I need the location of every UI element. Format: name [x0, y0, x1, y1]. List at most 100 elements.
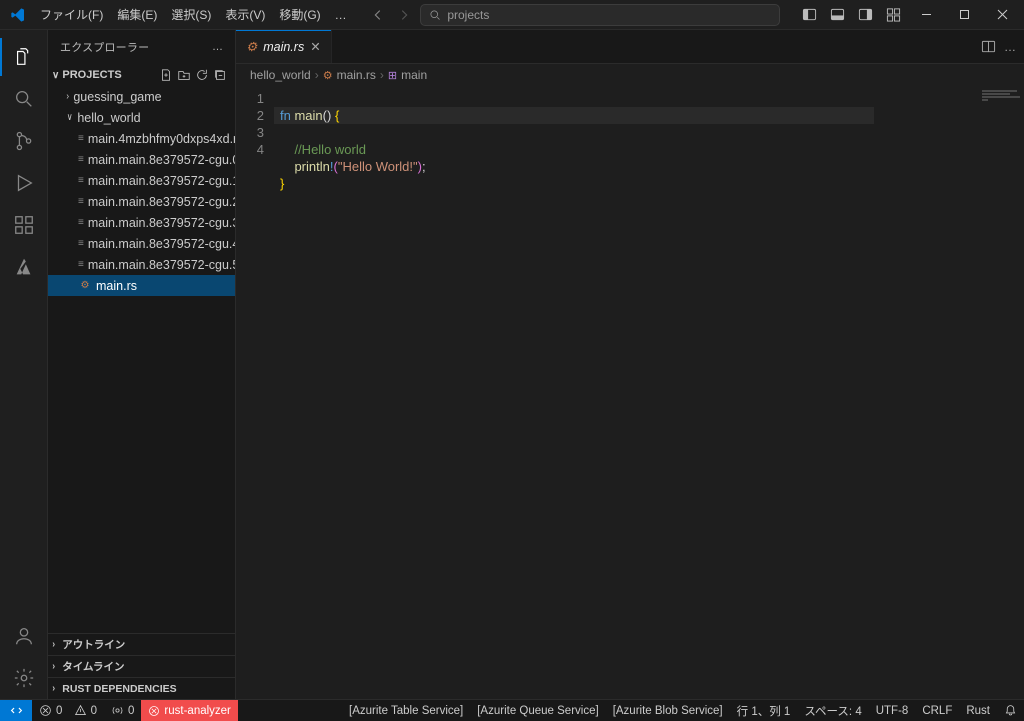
breadcrumb-symbol[interactable]: main: [401, 68, 427, 82]
menu-more[interactable]: …: [329, 5, 353, 25]
window-close-button[interactable]: [984, 2, 1020, 28]
activity-accounts[interactable]: [0, 615, 48, 657]
binary-file-icon: ≡: [78, 153, 84, 167]
menu-view[interactable]: 表示(V): [219, 3, 271, 26]
nav-back-button[interactable]: [368, 4, 388, 26]
explorer-more-actions[interactable]: …: [212, 41, 223, 53]
activity-extensions[interactable]: [0, 204, 48, 246]
rust-file-icon: ⚙: [246, 39, 257, 54]
azurite-queue-status[interactable]: [Azurite Queue Service]: [470, 700, 605, 721]
binary-file-icon: ≡: [78, 258, 84, 272]
outline-section[interactable]: › アウトライン: [48, 633, 235, 655]
menu-edit[interactable]: 編集(E): [111, 3, 163, 26]
ports-indicator[interactable]: 0: [104, 700, 141, 721]
split-editor-button[interactable]: [981, 39, 996, 54]
new-folder-button[interactable]: [177, 68, 191, 82]
encoding-status[interactable]: UTF-8: [869, 700, 916, 721]
antenna-icon: [111, 704, 124, 717]
menu-go[interactable]: 移動(G): [273, 3, 326, 26]
tab-main-rs[interactable]: ⚙ main.rs ✕: [236, 30, 332, 63]
code-content[interactable]: fn main() { //Hello world println!("Hell…: [274, 86, 874, 699]
folder-guessing-game[interactable]: ›guessing_game: [48, 86, 235, 107]
editor-more-actions[interactable]: …: [1004, 40, 1016, 54]
eol-status[interactable]: CRLF: [915, 700, 959, 721]
collapse-all-button[interactable]: [213, 68, 227, 82]
remote-indicator[interactable]: [0, 700, 32, 721]
activity-run-debug[interactable]: [0, 162, 48, 204]
title-bar: ファイル(F) 編集(E) 選択(S) 表示(V) 移動(G) … projec…: [0, 0, 1024, 30]
notifications-button[interactable]: [997, 700, 1024, 721]
status-bar: 0 0 0 rust-analyzer [Azurite Table Servi…: [0, 699, 1024, 721]
customize-layout-button[interactable]: [880, 2, 906, 28]
window-minimize-button[interactable]: [908, 2, 944, 28]
file-rcgu-3[interactable]: ≡main.main.8e379572-cgu.2.rcgu.o: [48, 191, 235, 212]
vscode-logo-icon: [10, 7, 26, 23]
activity-source-control[interactable]: [0, 120, 48, 162]
tab-close-button[interactable]: ✕: [310, 39, 320, 54]
breadcrumb-file[interactable]: main.rs: [337, 68, 376, 82]
file-rcgu-4[interactable]: ≡main.main.8e379572-cgu.3.rcgu.o: [48, 212, 235, 233]
file-rcgu-5[interactable]: ≡main.main.8e379572-cgu.4.rcgu.o: [48, 233, 235, 254]
search-placeholder: projects: [447, 8, 489, 22]
activity-settings[interactable]: [0, 657, 48, 699]
timeline-section[interactable]: › タイムライン: [48, 655, 235, 677]
activity-search[interactable]: [0, 78, 48, 120]
menu-select[interactable]: 選択(S): [165, 3, 217, 26]
toggle-panel-button[interactable]: [824, 2, 850, 28]
file-rcgu-1[interactable]: ≡main.main.8e379572-cgu.0.rcgu.o: [48, 149, 235, 170]
title-right-controls: [796, 2, 1020, 28]
activity-azure[interactable]: [0, 246, 48, 288]
window-maximize-button[interactable]: [946, 2, 982, 28]
rust-file-icon: ⚙: [78, 279, 92, 293]
error-icon: [39, 704, 52, 717]
language-mode[interactable]: Rust: [959, 700, 997, 721]
search-icon: [429, 9, 441, 21]
file-rcgu-2[interactable]: ≡main.main.8e379572-cgu.1.rcgu.o: [48, 170, 235, 191]
command-center-search[interactable]: projects: [420, 4, 780, 26]
toggle-primary-sidebar-button[interactable]: [796, 2, 822, 28]
projects-section-header[interactable]: ∨ PROJECTS: [48, 64, 235, 86]
rust-analyzer-status[interactable]: rust-analyzer: [141, 700, 237, 721]
azurite-blob-status[interactable]: [Azurite Blob Service]: [606, 700, 730, 721]
file-tree: ›guessing_game ∨hello_world ≡main.4mzbhf…: [48, 86, 235, 296]
azurite-table-status[interactable]: [Azurite Table Service]: [342, 700, 470, 721]
new-file-button[interactable]: [159, 68, 173, 82]
binary-file-icon: ≡: [78, 195, 84, 209]
breadcrumb-folder[interactable]: hello_world: [250, 68, 311, 82]
file-main-rs[interactable]: ⚙main.rs: [48, 275, 235, 296]
tabs-row: ⚙ main.rs ✕ …: [236, 30, 1024, 64]
warning-icon: [74, 704, 87, 717]
binary-file-icon: ≡: [78, 132, 84, 146]
explorer-sidebar: エクスプローラー … ∨ PROJECTS ›guessing_game ∨he…: [48, 30, 236, 699]
explorer-header: エクスプローラー …: [48, 30, 235, 64]
refresh-button[interactable]: [195, 68, 209, 82]
editor-area: ⚙ main.rs ✕ … hello_world › ⚙ main.rs › …: [236, 30, 1024, 699]
symbol-function-icon: ⊞: [388, 69, 397, 82]
nav-forward-button[interactable]: [394, 4, 414, 26]
error-icon: [148, 705, 160, 717]
folder-hello-world[interactable]: ∨hello_world: [48, 107, 235, 128]
tab-label: main.rs: [263, 40, 304, 54]
editor-body[interactable]: 1 2 3 4 fn main() { //Hello world printl…: [236, 86, 1024, 699]
line-number-gutter: 1 2 3 4: [236, 86, 274, 699]
cursor-position[interactable]: 行 1、列 1: [730, 700, 798, 721]
binary-file-icon: ≡: [78, 237, 84, 251]
activity-explorer[interactable]: [0, 36, 48, 78]
minimap[interactable]: [982, 90, 1022, 96]
rust-deps-section[interactable]: › RUST DEPENDENCIES: [48, 677, 235, 699]
problems-indicator[interactable]: 0 0: [32, 700, 104, 721]
breadcrumb[interactable]: hello_world › ⚙ main.rs › ⊞ main: [236, 64, 1024, 86]
binary-file-icon: ≡: [78, 174, 84, 188]
main-area: エクスプローラー … ∨ PROJECTS ›guessing_game ∨he…: [0, 30, 1024, 699]
toggle-secondary-sidebar-button[interactable]: [852, 2, 878, 28]
bell-icon: [1004, 704, 1017, 717]
indentation-status[interactable]: スペース: 4: [797, 700, 868, 721]
explorer-title: エクスプローラー: [60, 39, 149, 55]
binary-file-icon: ≡: [78, 216, 84, 230]
title-center: projects: [355, 4, 794, 26]
file-rcgu-0[interactable]: ≡main.4mzbhfmy0dxps4xd.rcgu.o: [48, 128, 235, 149]
activity-bar: [0, 30, 48, 699]
file-rcgu-6[interactable]: ≡main.main.8e379572-cgu.5.rcgu.o: [48, 254, 235, 275]
menu-file[interactable]: ファイル(F): [34, 3, 109, 26]
rust-file-icon: ⚙: [323, 69, 333, 82]
